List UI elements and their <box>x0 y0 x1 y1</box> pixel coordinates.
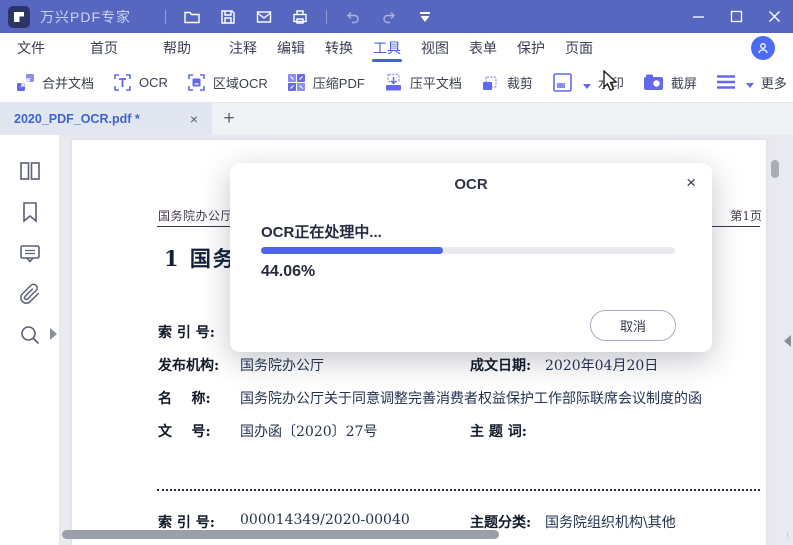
mouse-cursor <box>601 69 621 97</box>
left-navigation-panel <box>0 135 60 545</box>
crop-button[interactable]: 裁剪 <box>481 73 533 92</box>
menu-file[interactable]: 文件 <box>15 33 47 62</box>
field-issuer-label: 发布机构: <box>158 358 220 374</box>
print-icon[interactable] <box>285 4 315 30</box>
compress-pdf-button[interactable]: 压缩PDF <box>287 73 365 92</box>
dialog-close-icon[interactable]: × <box>686 173 696 193</box>
app-title: 万兴PDF专家 <box>40 8 131 25</box>
ocr-button[interactable]: OCR <box>113 73 168 92</box>
menu-help[interactable]: 帮助 <box>161 33 193 62</box>
expand-left-panel-icon[interactable] <box>50 328 57 340</box>
merge-documents-button[interactable]: 合并文档 <box>16 73 94 92</box>
region-ocr-button[interactable]: 区域OCR <box>187 73 268 92</box>
crop-icon <box>481 73 500 92</box>
progress-bar-fill <box>261 247 444 254</box>
field-docno-value: 国办函〔2020〕27号 <box>240 424 378 440</box>
dialog-title: OCR <box>454 176 488 193</box>
screenshot-button[interactable]: 截屏 <box>643 73 697 92</box>
progress-percent-text: 44.06% <box>261 263 316 280</box>
account-avatar[interactable] <box>751 35 775 60</box>
field-name-value: 国务院办公厅关于同意调整完善消费者权益保护工作部际联席会议制度的函 <box>240 391 702 407</box>
field-category-value: 国务院组织机构\其他 <box>545 515 676 531</box>
document-tab-bar: 2020_PDF_OCR.pdf * × + <box>0 103 793 135</box>
hamburger-menu-icon <box>716 74 736 90</box>
field-date-label: 成文日期: <box>470 358 532 374</box>
open-file-icon[interactable] <box>177 4 207 30</box>
flatten-document-button[interactable]: 压平文档 <box>384 73 462 92</box>
redo-icon[interactable] <box>374 4 404 30</box>
menu-convert[interactable]: 转换 <box>323 33 355 62</box>
progress-bar-track <box>261 247 675 254</box>
close-button[interactable] <box>755 0 793 33</box>
minimize-button[interactable] <box>679 0 717 33</box>
more-tools-button[interactable]: 更多 › <box>716 73 793 92</box>
region-ocr-icon <box>187 73 206 92</box>
field-issuer-value: 国务院办公厅 <box>240 358 324 374</box>
menu-comment[interactable]: 注释 <box>227 33 259 62</box>
tools-toolbar: 合并文档 OCR 区域OCR 压缩PDF 压平文档 裁剪 水印 <box>0 62 793 103</box>
watermark-dropdown-caret[interactable] <box>582 83 591 89</box>
tab-2020-pdf-ocr[interactable]: 2020_PDF_OCR.pdf * × <box>0 103 212 135</box>
merge-documents-icon <box>16 73 35 92</box>
undo-icon[interactable] <box>338 4 368 30</box>
search-icon[interactable] <box>18 323 42 347</box>
menu-page[interactable]: 页面 <box>563 33 595 62</box>
customize-toolbar-icon[interactable] <box>410 4 440 30</box>
bookmarks-icon[interactable] <box>18 200 42 224</box>
title-bar: 万兴PDF专家 <box>0 0 793 33</box>
titlebar-separator <box>326 9 327 24</box>
field-index-label: 索 引 号: <box>158 325 215 341</box>
menu-form[interactable]: 表单 <box>467 33 499 62</box>
thumbnails-icon[interactable] <box>18 159 42 183</box>
tab-close-icon[interactable]: × <box>186 111 202 127</box>
field-subject-label: 主 题 词: <box>470 424 527 440</box>
new-tab-button[interactable]: + <box>212 103 246 135</box>
maximize-button[interactable] <box>717 0 755 33</box>
vertical-scrollbar[interactable] <box>771 160 779 178</box>
save-icon[interactable] <box>213 4 243 30</box>
menu-tools[interactable]: 工具 <box>371 33 403 62</box>
field-index2-label: 索 引 号: <box>158 515 215 531</box>
menu-protect[interactable]: 保护 <box>515 33 547 62</box>
watermark-icon <box>552 72 573 93</box>
more-dropdown-caret[interactable] <box>745 82 754 88</box>
compress-pdf-icon <box>287 73 306 92</box>
horizontal-scrollbar[interactable] <box>62 530 499 539</box>
menu-view[interactable]: 视图 <box>419 33 451 62</box>
flatten-document-icon <box>384 73 403 92</box>
ocr-icon <box>113 73 132 92</box>
comments-icon[interactable] <box>18 241 42 265</box>
menu-home[interactable]: 首页 <box>88 33 120 62</box>
titlebar-separator <box>165 9 166 24</box>
ocr-progress-dialog: OCR × OCR正在处理中... 44.06% 取消 <box>230 163 712 352</box>
page-number-text: 第1页 <box>730 209 762 223</box>
tab-title: 2020_PDF_OCR.pdf * <box>14 112 140 126</box>
menu-bar: 文件 首页 帮助 注释 编辑 转换 工具 视图 表单 保护 页面 <box>0 33 793 62</box>
field-docno-label: 文 号: <box>158 424 211 440</box>
attachments-icon[interactable] <box>18 282 42 306</box>
app-logo-icon <box>8 5 30 28</box>
field-name-label: 名 称: <box>158 391 211 407</box>
menu-edit[interactable]: 编辑 <box>275 33 307 62</box>
email-icon[interactable] <box>249 4 279 30</box>
field-index2-value: 000014349/2020-00040 <box>240 512 410 528</box>
resize-grip: ⋮⋮ <box>784 533 793 540</box>
expand-right-panel-icon[interactable] <box>784 335 791 347</box>
field-category-label: 主题分类: <box>470 515 532 531</box>
ocr-status-text: OCR正在处理中... <box>261 224 382 241</box>
screenshot-camera-icon <box>643 73 664 92</box>
field-date-value: 2020年04月20日 <box>545 358 659 374</box>
dotted-divider <box>157 489 760 491</box>
cancel-button[interactable]: 取消 <box>590 310 676 341</box>
